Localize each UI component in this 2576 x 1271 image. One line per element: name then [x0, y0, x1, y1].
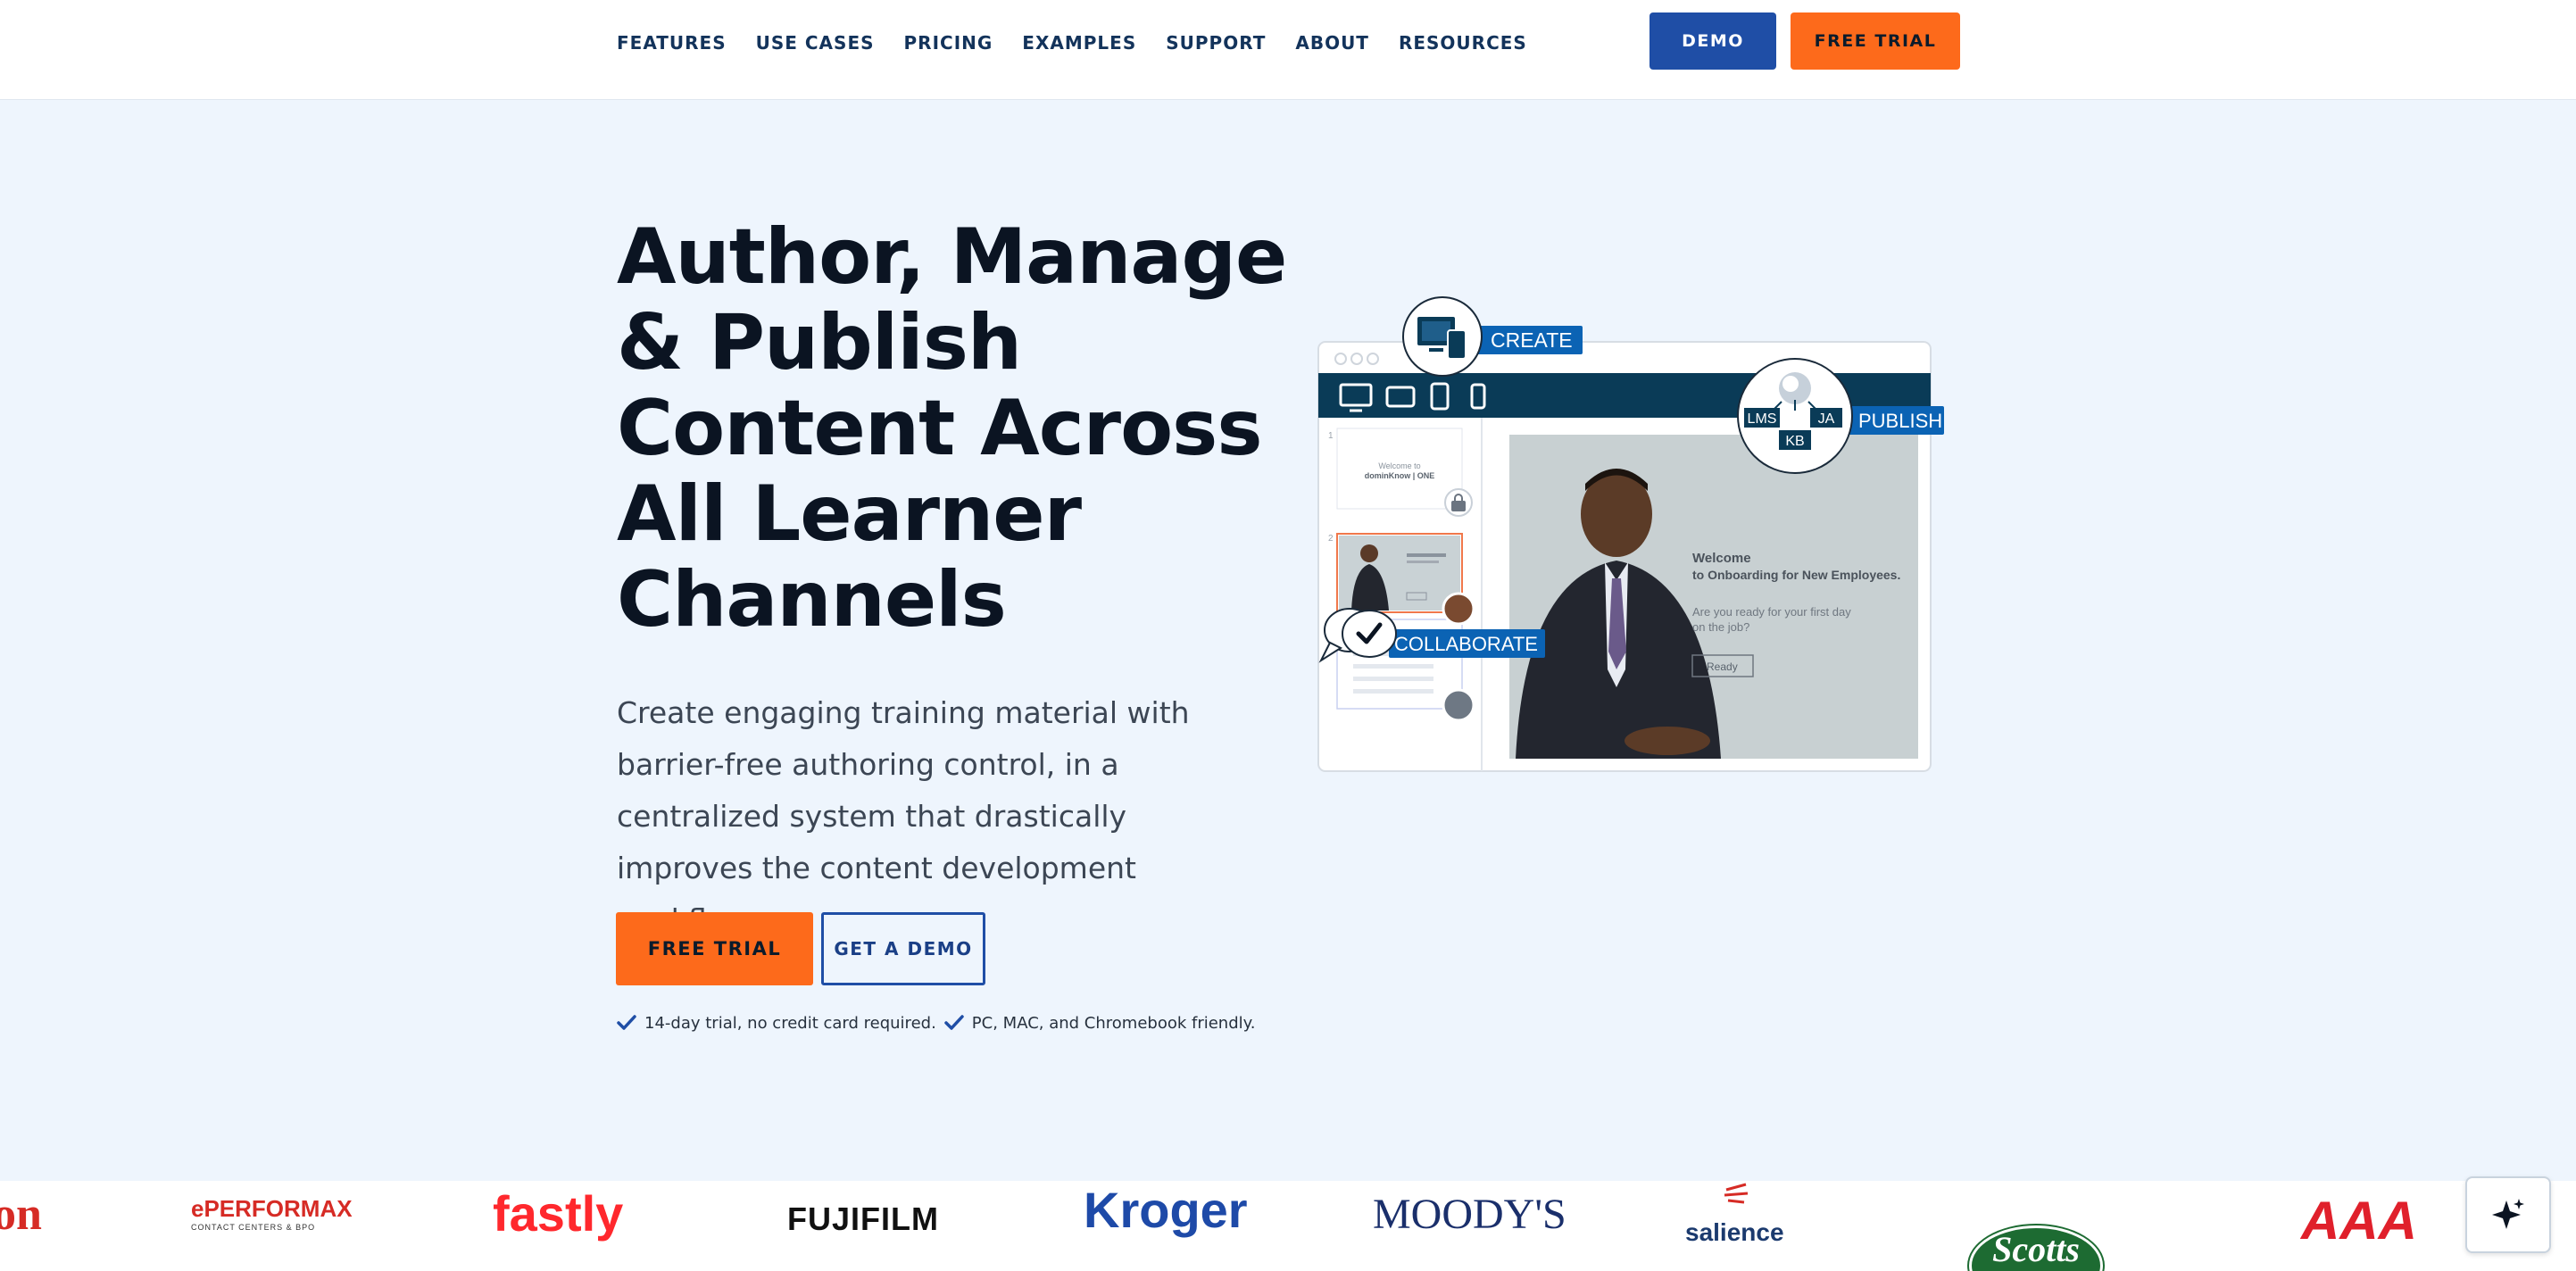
collaborator-avatar-1: [1442, 592, 1475, 626]
svg-text:1: 1: [1328, 431, 1334, 441]
collaborate-label: COLLABORATE: [1394, 633, 1538, 655]
svg-text:2: 2: [1328, 534, 1334, 544]
hero-title-line: Author, Manage: [617, 212, 1287, 302]
thumb-welcome-text: Welcome to: [1378, 461, 1420, 470]
hero-title-line: & Publish: [617, 298, 1022, 387]
thumb-brand-text: dominKnow | ONE: [1365, 471, 1435, 480]
ai-assistant-button[interactable]: [2465, 1176, 2551, 1253]
logo-partial: on: [0, 1189, 42, 1240]
slide-ready-label: Ready: [1707, 660, 1738, 673]
slide-heading: to Onboarding for New Employees.: [1692, 568, 1900, 582]
sparkle-icon: [2492, 1199, 2524, 1229]
chat-bubbles-icon: [1318, 608, 1397, 663]
nav-features[interactable]: FEATURES: [617, 30, 727, 55]
svg-text:LMS: LMS: [1748, 411, 1777, 427]
logo-moodys: MOODY'S: [1373, 1191, 1566, 1238]
nav-about[interactable]: ABOUT: [1295, 30, 1369, 55]
create-label: CREATE: [1491, 328, 1573, 352]
hero-free-trial-button[interactable]: FREE TRIAL: [616, 912, 813, 985]
nav-use-cases[interactable]: USE CASES: [756, 30, 875, 55]
slide-welcome: Welcome: [1692, 551, 1751, 566]
hero-title-line: All Learner: [617, 469, 1082, 559]
hero-illustration: 1 Welcome to dominKnow | ONE 2 Welcome t…: [1317, 296, 1944, 772]
note-trial-text: 14-day trial, no credit card required.: [644, 1013, 936, 1033]
nav-pricing[interactable]: PRICING: [904, 30, 993, 55]
client-logos-strip: on ePERFORMAX CONTACT CENTERS & BPO fast…: [0, 1181, 2576, 1271]
hero-notes: 14-day trial, no credit card required. P…: [616, 1012, 1255, 1034]
hero-get-demo-button[interactable]: GET A DEMO: [821, 912, 985, 985]
checkmark-icon: [617, 1015, 636, 1030]
hero-title-line: Content Across: [617, 384, 1263, 473]
svg-text:JA: JA: [1818, 411, 1835, 427]
note-platforms-text: PC, MAC, and Chromebook friendly.: [971, 1013, 1256, 1033]
main-nav: FEATURES USE CASES PRICING EXAMPLES SUPP…: [617, 30, 1527, 55]
logo-salience: salience: [1685, 1183, 1784, 1247]
checkmark-icon: [944, 1015, 964, 1030]
logo-fujifilm: FUJIFILM: [787, 1200, 939, 1237]
logo-scotts: Scotts: [1969, 1225, 2103, 1271]
logo-eperformax: ePERFORMAX CONTACT CENTERS & BPO: [191, 1195, 353, 1232]
nav-resources[interactable]: RESOURCES: [1399, 30, 1527, 55]
salience-mark-icon: [1724, 1183, 1749, 1204]
hero-title: Author, Manage & Publish Content Across …: [617, 214, 1295, 643]
logo-kroger: Kroger: [1084, 1182, 1248, 1238]
logo-aaa: AAA: [2301, 1191, 2417, 1250]
note-platforms: PC, MAC, and Chromebook friendly.: [943, 1012, 1256, 1034]
publish-label: PUBLISH: [1858, 410, 1942, 432]
free-trial-button[interactable]: FREE TRIAL: [1791, 12, 1960, 70]
nav-examples[interactable]: EXAMPLES: [1022, 30, 1136, 55]
nav-support[interactable]: SUPPORT: [1166, 30, 1266, 55]
hero-subtitle: Create engaging training material with b…: [617, 695, 1190, 937]
logo-fastly: fastly: [493, 1185, 624, 1242]
note-trial: 14-day trial, no credit card required.: [616, 1012, 936, 1034]
svg-text:KB: KB: [1785, 434, 1804, 449]
hero-title-line: Channels: [617, 555, 1007, 644]
collaborator-avatar-2: [1442, 688, 1475, 722]
demo-button[interactable]: DEMO: [1649, 12, 1776, 70]
top-navbar: FEATURES USE CASES PRICING EXAMPLES SUPP…: [0, 0, 2576, 100]
